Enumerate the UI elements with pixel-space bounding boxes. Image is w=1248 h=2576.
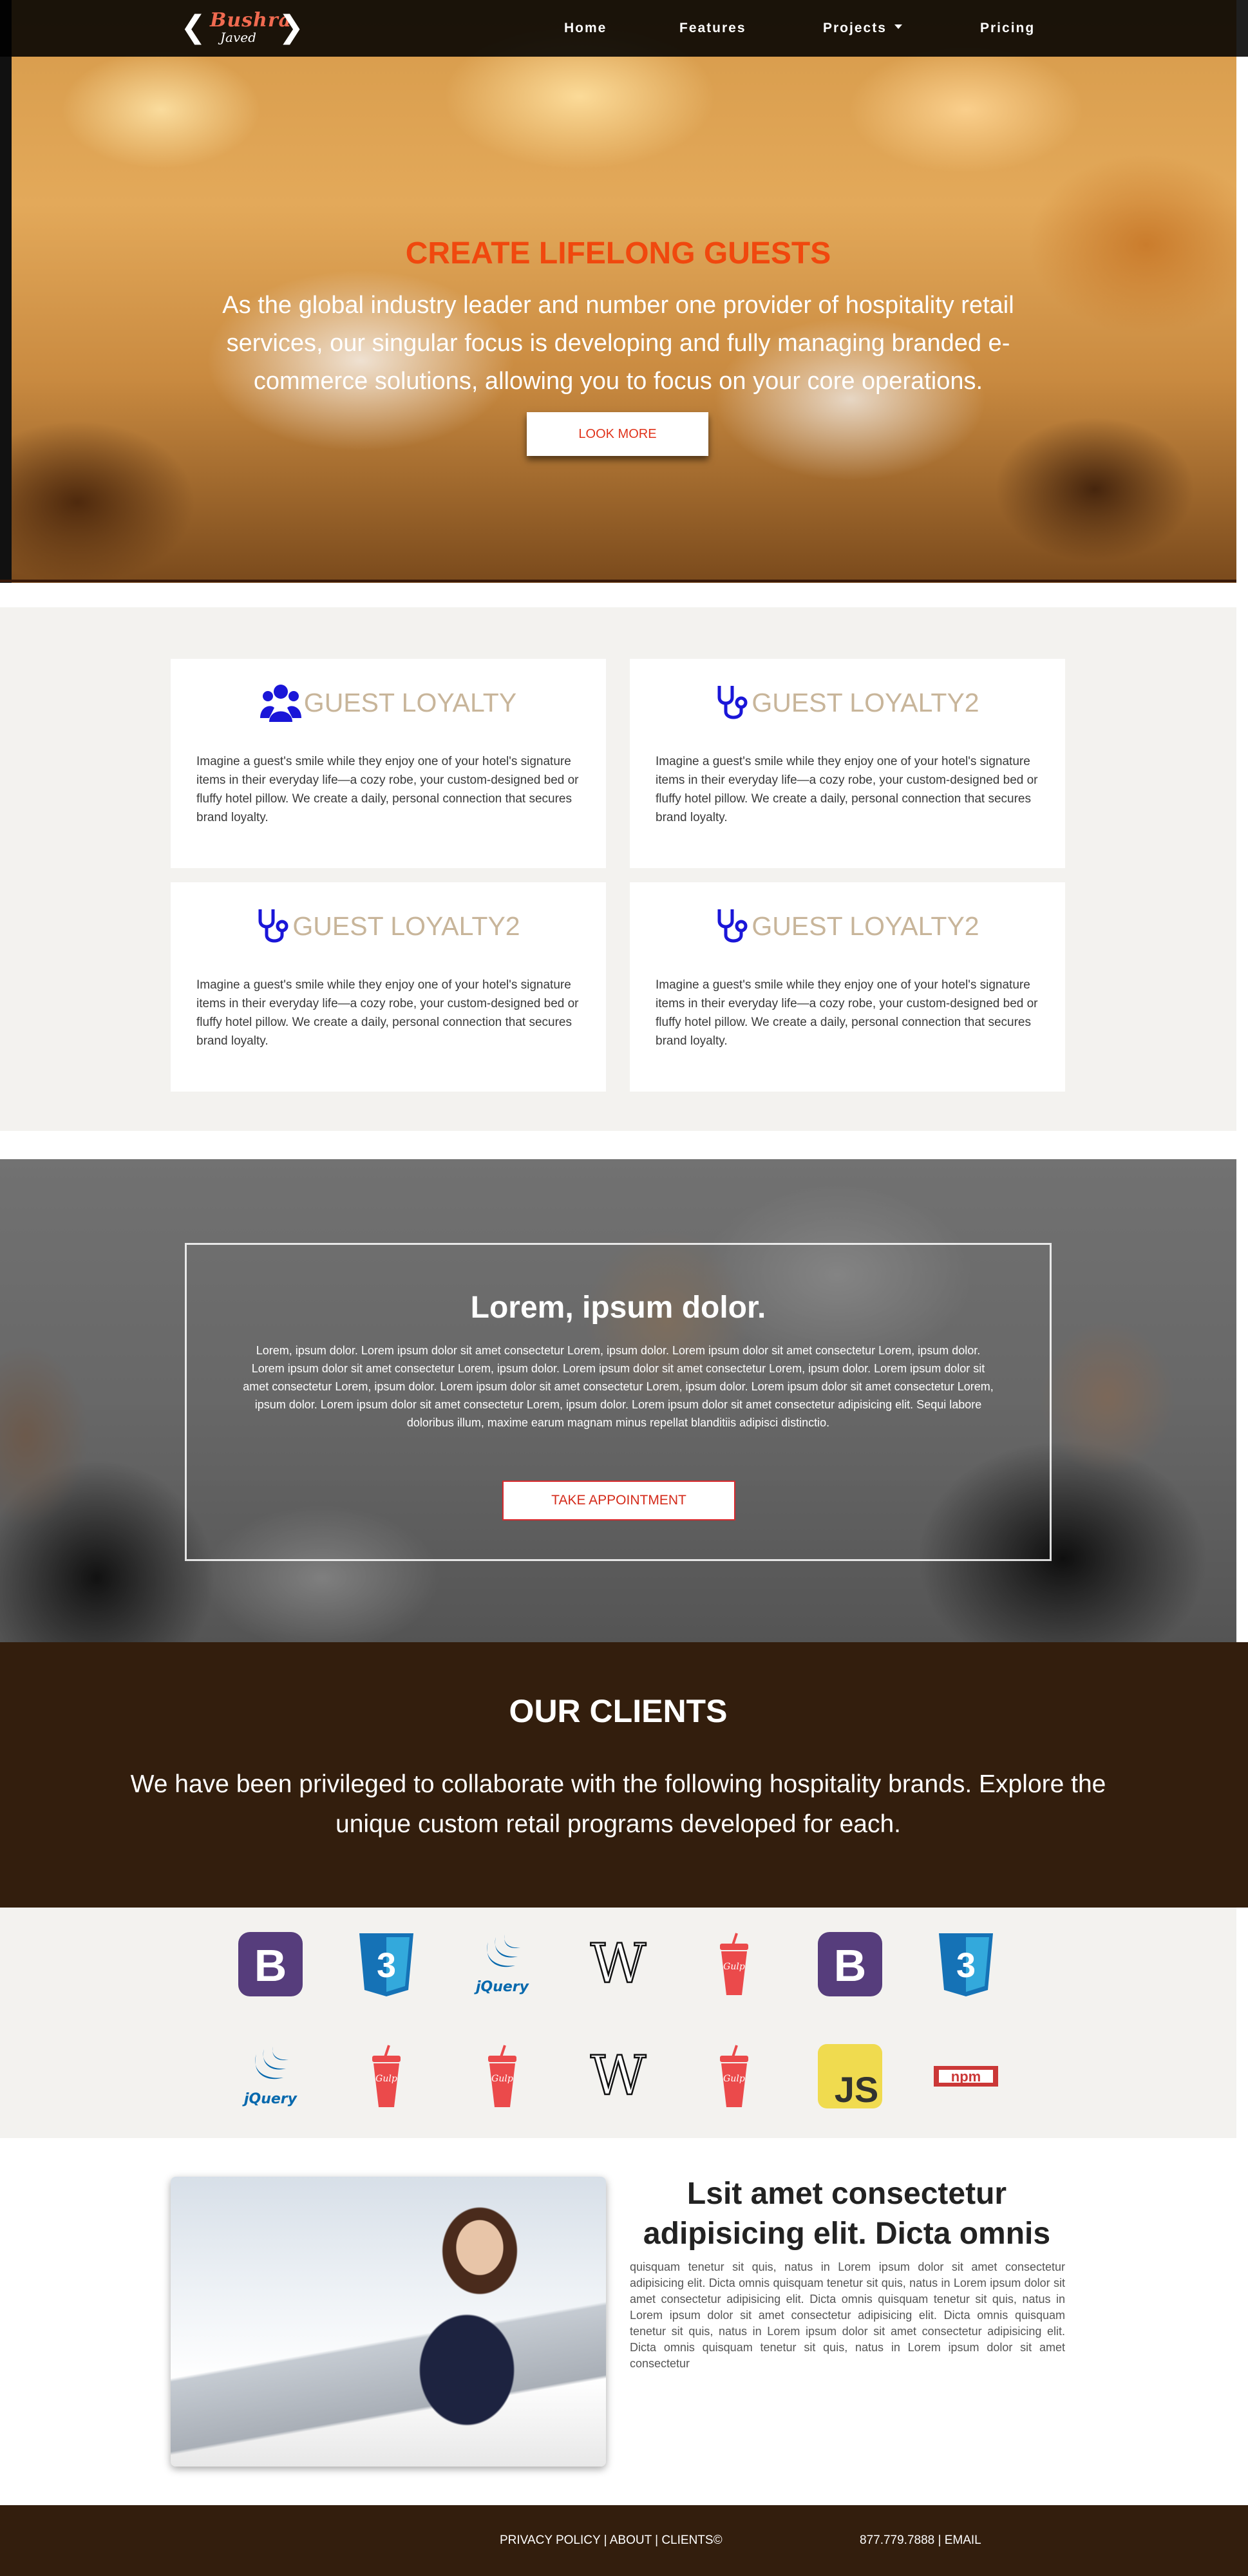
javascript-icon[interactable]: JS xyxy=(817,2043,884,2110)
feature-card: GUEST LOYALTY2 Imagine a guest's smile w… xyxy=(630,659,1065,868)
look-more-button[interactable]: LOOK MORE xyxy=(527,412,708,456)
gulp-icon[interactable]: Gulp xyxy=(701,1931,768,1998)
appointment-box: Lorem, ipsum dolor. Lorem, ipsum dolor. … xyxy=(185,1243,1052,1561)
css3-label: 3 xyxy=(956,1946,976,1985)
hero-divider xyxy=(0,580,1236,582)
feature-card: GUEST LOYALTY2 Imagine a guest's smile w… xyxy=(630,882,1065,1092)
feature-text: Imagine a guest's smile while they enjoy… xyxy=(656,978,1038,1048)
gulp-label: Gulp xyxy=(375,2074,397,2084)
hero-text: As the global industry leader and number… xyxy=(222,292,1014,395)
css3-icon[interactable]: 3 xyxy=(353,1931,420,1998)
wikipedia-label: W xyxy=(591,1932,647,1995)
feature-title: GUEST LOYALTY2 xyxy=(292,911,520,941)
npm-label: npm xyxy=(951,2069,981,2085)
clients-title: OUR CLIENTS xyxy=(509,1693,728,1729)
users-icon xyxy=(260,683,301,722)
nav-features[interactable]: Features xyxy=(679,21,746,36)
bootstrap-label: B xyxy=(834,1940,867,1991)
navbar: ❮ Bushra Javed ❯ Home Features Projects … xyxy=(0,0,1248,57)
npm-icon[interactable]: npm xyxy=(932,2043,999,2110)
stethoscope-icon xyxy=(715,907,749,945)
feature-text: Imagine a guest's smile while they enjoy… xyxy=(656,755,1038,824)
footer-contact[interactable]: 877.779.7888 | EMAIL xyxy=(860,2533,981,2548)
css3-label: 3 xyxy=(377,1946,396,1985)
nav-projects-label: Projects xyxy=(823,21,887,35)
stethoscope-icon xyxy=(256,907,290,945)
gulp-label: Gulp xyxy=(723,1962,745,1972)
take-appointment-button[interactable]: TAKE APPOINTMENT xyxy=(502,1481,735,1520)
gulp-label: Gulp xyxy=(491,2074,513,2084)
chevron-right-icon: ❯ xyxy=(278,9,305,45)
chevron-left-icon: ❮ xyxy=(180,9,207,45)
gulp-label: Gulp xyxy=(723,2074,745,2084)
bootstrap-icon[interactable]: B xyxy=(817,1931,884,1998)
clients-text: We have been privileged to collaborate w… xyxy=(130,1770,1106,1838)
gulp-icon[interactable]: Gulp xyxy=(469,2043,536,2110)
jquery-icon[interactable]: jQuery xyxy=(237,2043,304,2110)
feature-card: GUEST LOYALTY2 Imagine a guest's smile w… xyxy=(171,882,606,1092)
bootstrap-icon[interactable]: B xyxy=(237,1931,304,1998)
hero-section: CREATE LIFELONG GUESTS As the global ind… xyxy=(0,0,1236,583)
feature-card: GUEST LOYALTY Imagine a guest's smile wh… xyxy=(171,659,606,868)
about-title: Lsit amet consectetur adipisicing elit. … xyxy=(643,2177,1051,2251)
hero-title: CREATE LIFELONG GUESTS xyxy=(405,236,831,270)
about-section: Lsit amet consectetur adipisicing elit. … xyxy=(0,2138,1236,2505)
appointment-text: Lorem, ipsum dolor. Lorem ipsum dolor si… xyxy=(243,1344,994,1429)
feature-text: Imagine a guest's smile while they enjoy… xyxy=(196,755,579,824)
jquery-label: jQuery xyxy=(242,2091,298,2107)
feature-title: GUEST LOYALTY2 xyxy=(752,687,979,717)
stethoscope-icon xyxy=(715,683,749,722)
bootstrap-label: B xyxy=(254,1940,287,1991)
appointment-section: Lorem, ipsum dolor. Lorem, ipsum dolor. … xyxy=(0,1159,1236,1642)
logo-sub-text: Javed xyxy=(220,30,256,45)
footer: PRIVACY POLICY | ABOUT | CLIENTS© 877.77… xyxy=(0,2505,1248,2576)
css3-icon[interactable]: 3 xyxy=(932,1931,999,1998)
wikipedia-icon[interactable]: W xyxy=(585,1931,652,1998)
features-section: GUEST LOYALTY Imagine a guest's smile wh… xyxy=(0,607,1236,1131)
clients-section: OUR CLIENTS We have been privileged to c… xyxy=(0,1642,1248,1908)
nav-home[interactable]: Home xyxy=(564,21,607,36)
feature-title: GUEST LOYALTY2 xyxy=(752,911,979,941)
javascript-label: JS xyxy=(835,2069,879,2110)
jquery-label: jQuery xyxy=(474,1979,530,1995)
feature-title: GUEST LOYALTY xyxy=(303,687,517,717)
gulp-icon[interactable]: Gulp xyxy=(701,2043,768,2110)
jquery-icon[interactable]: jQuery xyxy=(469,1931,536,1998)
footer-links[interactable]: PRIVACY POLICY | ABOUT | CLIENTS© xyxy=(500,2533,723,2548)
brand-logo[interactable]: ❮ Bushra Javed ❯ xyxy=(180,8,305,49)
wikipedia-label: W xyxy=(591,2044,647,2107)
caret-down-icon xyxy=(894,24,902,29)
appointment-title: Lorem, ipsum dolor. xyxy=(470,1291,766,1325)
feature-text: Imagine a guest's smile while they enjoy… xyxy=(196,978,579,1048)
nav-pricing[interactable]: Pricing xyxy=(980,21,1035,36)
client-logos: B 3 jQuery W Gulp B 3 jQuery Gulp Gulp W… xyxy=(0,1908,1236,2138)
gulp-icon[interactable]: Gulp xyxy=(353,2043,420,2110)
nav-projects[interactable]: Projects xyxy=(823,21,902,36)
about-text: quisquam tenetur sit quis, natus in Lore… xyxy=(630,2260,1065,2370)
wikipedia-icon[interactable]: W xyxy=(585,2043,652,2110)
woman-laptop-photo xyxy=(171,2177,606,2467)
